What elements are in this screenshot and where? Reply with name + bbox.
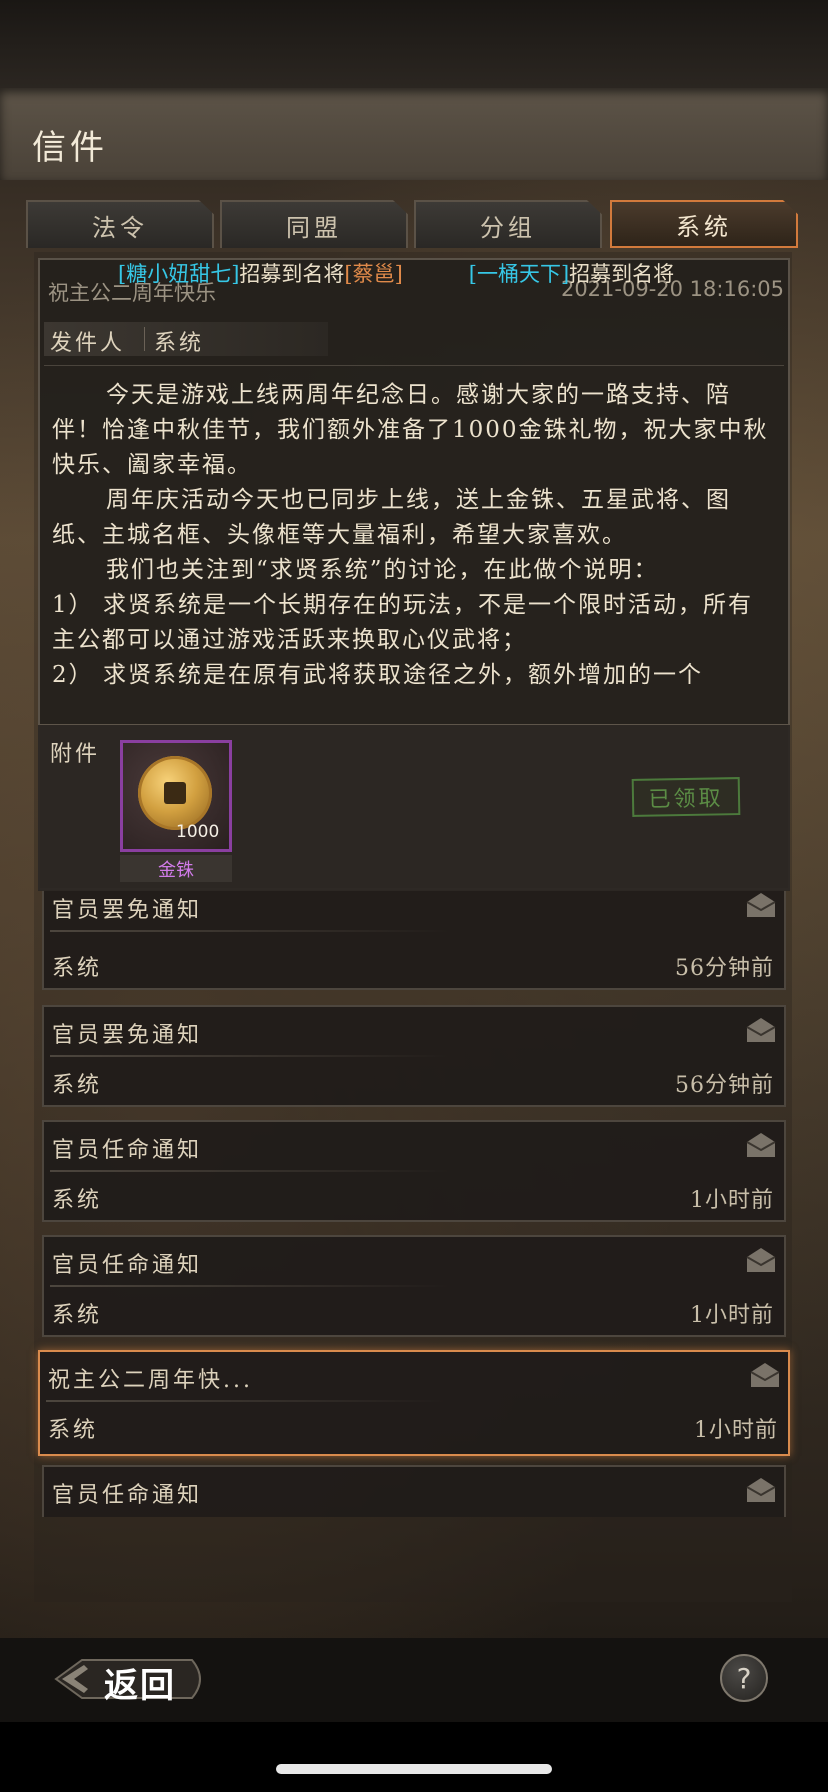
envelope-open-icon (746, 1248, 776, 1272)
tab-group[interactable]: 分组 (414, 200, 602, 248)
mail-paragraph: 周年庆活动今天也已同步上线，送上金铢、五星武将、图纸、主城名框、头像框等大量福利… (52, 487, 731, 548)
mail-subject: 官员罢免通知 (52, 898, 203, 923)
ticker-player-name: [糖小妞甜七] (118, 262, 240, 286)
divider (50, 930, 450, 932)
mail-sender: 系统 (52, 1303, 103, 1328)
divider (50, 1285, 450, 1287)
mail-list-item[interactable]: 官员任命通知 系统 1小时前 (42, 1235, 786, 1337)
item-count: 1000 (176, 822, 220, 842)
divider (44, 365, 784, 366)
mail-time: 56分钟前 (675, 956, 774, 981)
page-title: 信件 (32, 128, 108, 168)
mail-time: 1小时前 (690, 1303, 774, 1328)
mail-subject: 官员任命通知 (52, 1253, 203, 1278)
mail-list-item[interactable]: 官员罢免通知 系统 56分钟前 (42, 1005, 786, 1107)
coin-hole (164, 782, 186, 804)
mail-subject: 官员任命通知 (52, 1483, 203, 1508)
mail-sender: 系统 (52, 1073, 103, 1098)
home-bar (0, 1722, 828, 1792)
title-bar (0, 88, 828, 180)
mail-time: 1小时前 (694, 1418, 778, 1443)
mail-list-item[interactable]: 官员任命通知 (42, 1465, 786, 1517)
envelope-open-icon (746, 893, 776, 917)
home-indicator[interactable] (276, 1764, 552, 1774)
mail-paragraph: 今天是游戏上线两周年纪念日。感谢大家的一路支持、陪伴！恰逢中秋佳节，我们额外准备… (52, 382, 769, 478)
envelope-open-icon (750, 1363, 780, 1387)
mail-subject: 官员罢免通知 (52, 1023, 203, 1048)
sender-label: 发件人 (50, 331, 126, 356)
mail-time: 1小时前 (690, 1188, 774, 1213)
divider (50, 1055, 450, 1057)
broadcast-ticker: [糖小妞甜七]招募到名将[蔡邕] [一桶天下]招募到名将 (118, 258, 790, 286)
claimed-stamp: 已领取 (631, 777, 741, 817)
mail-paragraph: 1） 求贤系统是一个长期存在的玩法，不是一个限时活动，所有主公都可以通过游戏活跃… (52, 592, 753, 653)
tab-alliance[interactable]: 同盟 (220, 200, 408, 248)
tab-bar: 法令 同盟 分组 系统 (26, 200, 800, 250)
mail-list-item[interactable]: 官员罢免通知 系统 56分钟前 (42, 880, 786, 990)
mail-subject: 官员任命通知 (52, 1138, 203, 1163)
mail-list-item[interactable]: 官员任命通知 系统 1小时前 (42, 1120, 786, 1222)
ticker-player-name: [一桶天下] (468, 262, 570, 286)
envelope-open-icon (746, 1018, 776, 1042)
divider (144, 327, 145, 351)
mail-list-item-selected[interactable]: 祝主公二周年快... 系统 1小时前 (38, 1350, 790, 1456)
divider (50, 1170, 450, 1172)
item-name: 金铢 (158, 860, 194, 881)
mail-sender: 系统 (48, 1418, 99, 1443)
ticker-text: 招募到名将 (239, 262, 345, 286)
ticker-general-name: [蔡邕] (344, 262, 403, 286)
divider (46, 1400, 446, 1402)
top-band (0, 0, 828, 88)
help-button[interactable]: ? (720, 1654, 768, 1702)
sender-value: 系统 (154, 331, 205, 356)
mail-time: 56分钟前 (675, 1073, 774, 1098)
tab-system[interactable]: 系统 (610, 200, 798, 248)
mail-paragraph: 我们也关注到“求贤系统”的讨论，在此做个说明： (106, 557, 659, 583)
attachment-label: 附件 (50, 742, 101, 767)
mail-paragraph: 2） 求贤系统是在原有武将获取途径之外，额外增加的一个 (52, 662, 703, 688)
mail-sender: 系统 (52, 1188, 103, 1213)
envelope-open-icon (746, 1133, 776, 1157)
envelope-open-icon (746, 1478, 776, 1502)
mail-body[interactable]: 今天是游戏上线两周年纪念日。感谢大家的一路支持、陪伴！恰逢中秋佳节，我们额外准备… (52, 378, 776, 696)
mail-subject: 祝主公二周年快... (48, 1368, 253, 1393)
back-button[interactable]: 返回 (104, 1658, 176, 1707)
mail-sender: 系统 (52, 956, 103, 981)
ticker-text: 招募到名将 (569, 262, 675, 286)
tab-decree[interactable]: 法令 (26, 200, 214, 248)
